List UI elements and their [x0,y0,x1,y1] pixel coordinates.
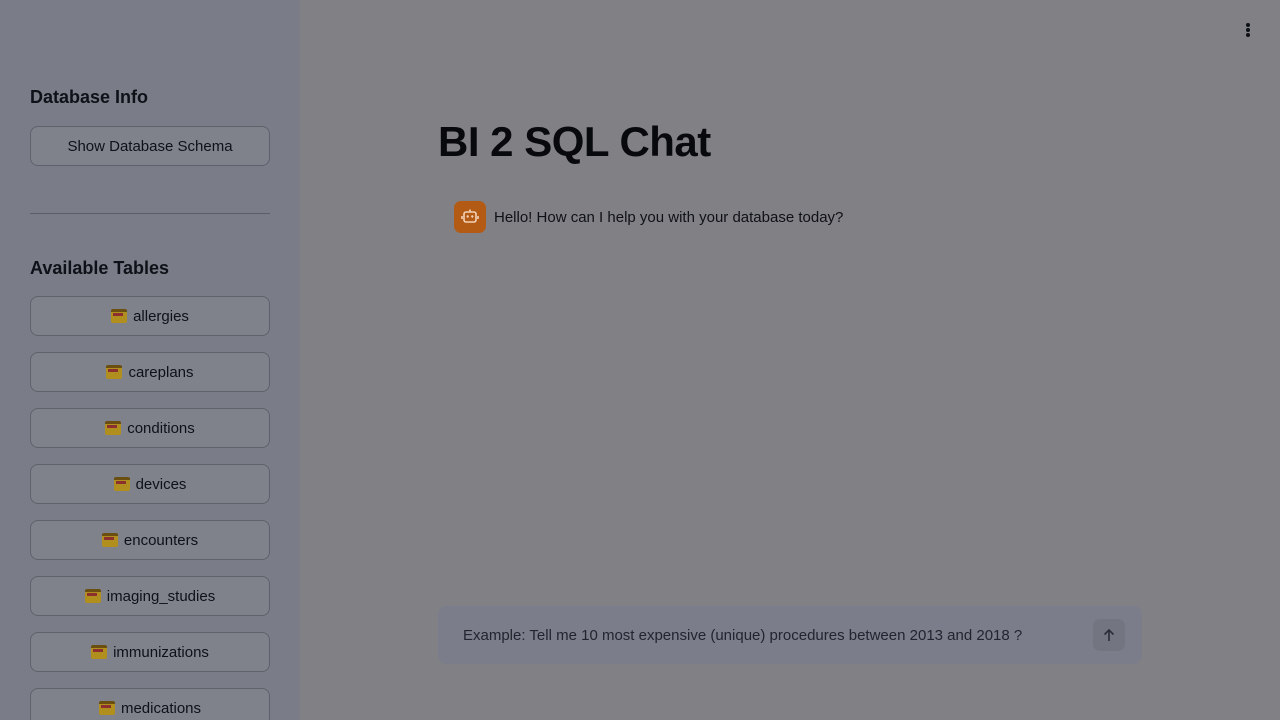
card-index-dividers-icon [84,589,101,603]
arrow-up-icon [1103,628,1115,641]
card-index-dividers-icon [91,645,108,659]
table-button-label: medications [120,699,202,717]
show-database-schema-label: Show Database Schema [67,137,233,155]
table-button-careplans[interactable]: careplans [30,352,270,392]
table-button-medications[interactable]: medications [30,688,270,720]
send-button[interactable] [1093,619,1125,651]
table-button-immunizations[interactable]: immunizations [30,632,270,672]
table-button-label: devices [135,475,187,493]
table-button-encounters[interactable]: encounters [30,520,270,560]
table-button-allergies[interactable]: allergies [30,296,270,336]
more-vertical-icon[interactable] [1240,20,1256,40]
table-button-label: encounters [123,531,199,549]
card-index-dividers-icon [98,701,115,715]
table-button-conditions[interactable]: conditions [30,408,270,448]
table-button-label: immunizations [113,643,209,661]
card-index-dividers-icon [101,533,118,547]
table-button-label: allergies [133,307,189,325]
chat-input-container [438,606,1142,664]
available-tables-heading: Available Tables [30,258,170,278]
card-index-dividers-icon [111,309,128,323]
sidebar-divider [30,213,270,214]
chat-message: Hello! How can I help you with your data… [454,201,843,233]
table-button-label: conditions [127,419,195,437]
card-index-dividers-icon [105,421,122,435]
table-button-imaging-studies[interactable]: imaging_studies [30,576,270,616]
table-button-label: imaging_studies [106,587,216,605]
show-database-schema-button[interactable]: Show Database Schema [30,126,270,166]
card-index-dividers-icon [106,365,123,379]
sidebar: Database Info Show Database Schema Avail… [0,0,300,720]
page-title: BI 2 SQL Chat [438,118,711,165]
chat-input[interactable] [452,606,1082,664]
robot-icon [454,201,486,233]
card-index-dividers-icon [113,477,130,491]
table-button-devices[interactable]: devices [30,464,270,504]
table-button-label: careplans [128,363,194,381]
chat-message-text: Hello! How can I help you with your data… [494,208,844,226]
database-info-heading: Database Info [30,87,149,107]
